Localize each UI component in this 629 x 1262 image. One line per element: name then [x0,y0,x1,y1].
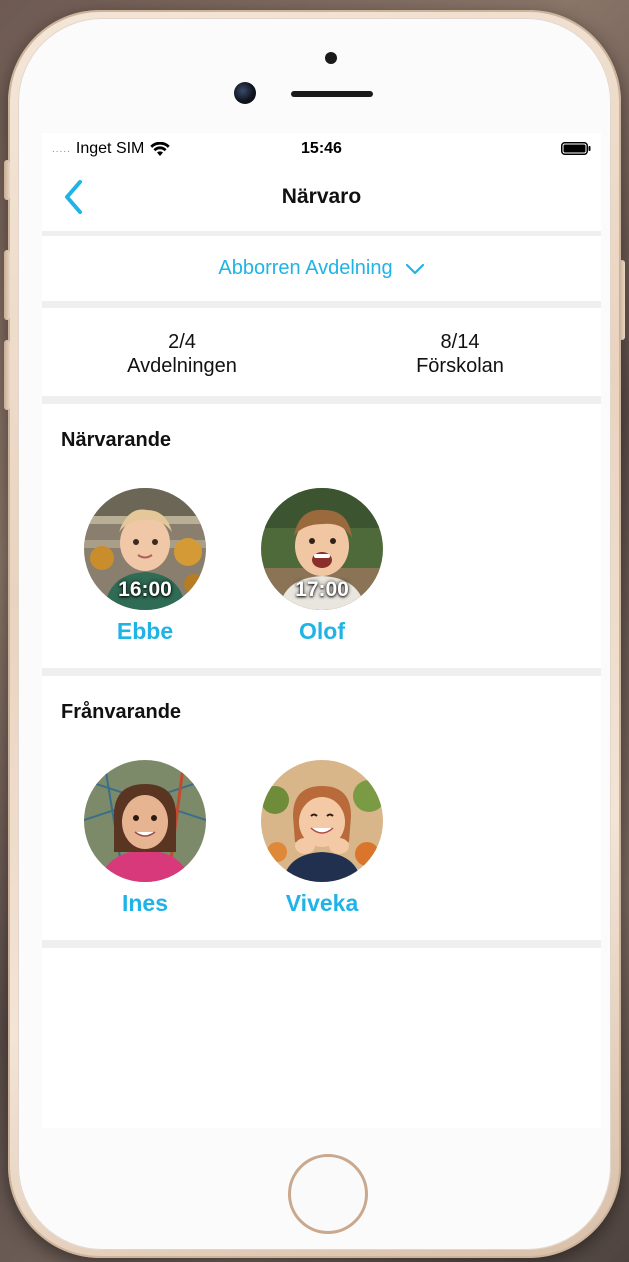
pickup-time: 16:00 [118,578,172,601]
stat-department-label: Avdelningen [127,355,237,377]
child-card[interactable]: Viveka [260,760,384,917]
earpiece-speaker [291,91,373,97]
status-time: 15:46 [301,140,342,157]
child-name: Ebbe [116,618,174,644]
present-section-title: Närvarande [61,429,172,451]
child-card[interactable]: 16:00 Ebbe [83,488,207,645]
child-card[interactable]: Ines [83,760,207,917]
pickup-time: 17:00 [295,578,349,601]
home-button[interactable] [288,1154,368,1234]
department-label: Abborren Avdelning [218,257,393,279]
child-photo [84,760,206,882]
absent-section-title: Frånvarande [61,701,182,723]
child-avatar: 17:00 [261,488,383,610]
child-avatar: 16:00 [84,488,206,610]
page-title: Närvaro [281,185,362,208]
child-card[interactable]: 17:00 Olof [260,488,384,645]
child-photo [261,760,383,882]
child-name: Ines [121,890,169,916]
absent-section: Frånvarande Ines Viveka [42,676,601,940]
stat-preschool-label: Förskolan [416,355,504,377]
navigation-bar: Närvaro [42,163,601,231]
volume-down-button [4,340,10,410]
chevron-down-icon [405,263,424,274]
volume-up-button [4,250,10,320]
stat-preschool-value: 8/14 [440,331,480,353]
child-avatar [84,760,206,882]
app-screen: ..... Inget SIM 15:46 Närvaro Abborren A… [42,133,601,1128]
child-name: Olof [299,618,345,644]
proximity-sensor [325,52,337,64]
attendance-stats: 2/4 Avdelningen 8/14 Förskolan [42,308,601,396]
front-camera [234,82,256,104]
stat-preschool: 8/14 Förskolan [360,330,560,378]
stat-department: 2/4 Avdelningen [82,330,282,378]
child-name: Viveka [285,890,359,916]
battery-icon [561,142,591,155]
stat-department-value: 2/4 [168,331,196,353]
status-bar: ..... Inget SIM 15:46 [42,133,601,163]
present-section: Närvarande 16:00 Ebbe 17:00 Olof [42,404,601,668]
mute-switch [4,160,10,200]
empty-content-area [42,948,601,1128]
power-button [619,260,625,340]
department-selector[interactable]: Abborren Avdelning [42,236,601,301]
child-avatar [261,760,383,882]
